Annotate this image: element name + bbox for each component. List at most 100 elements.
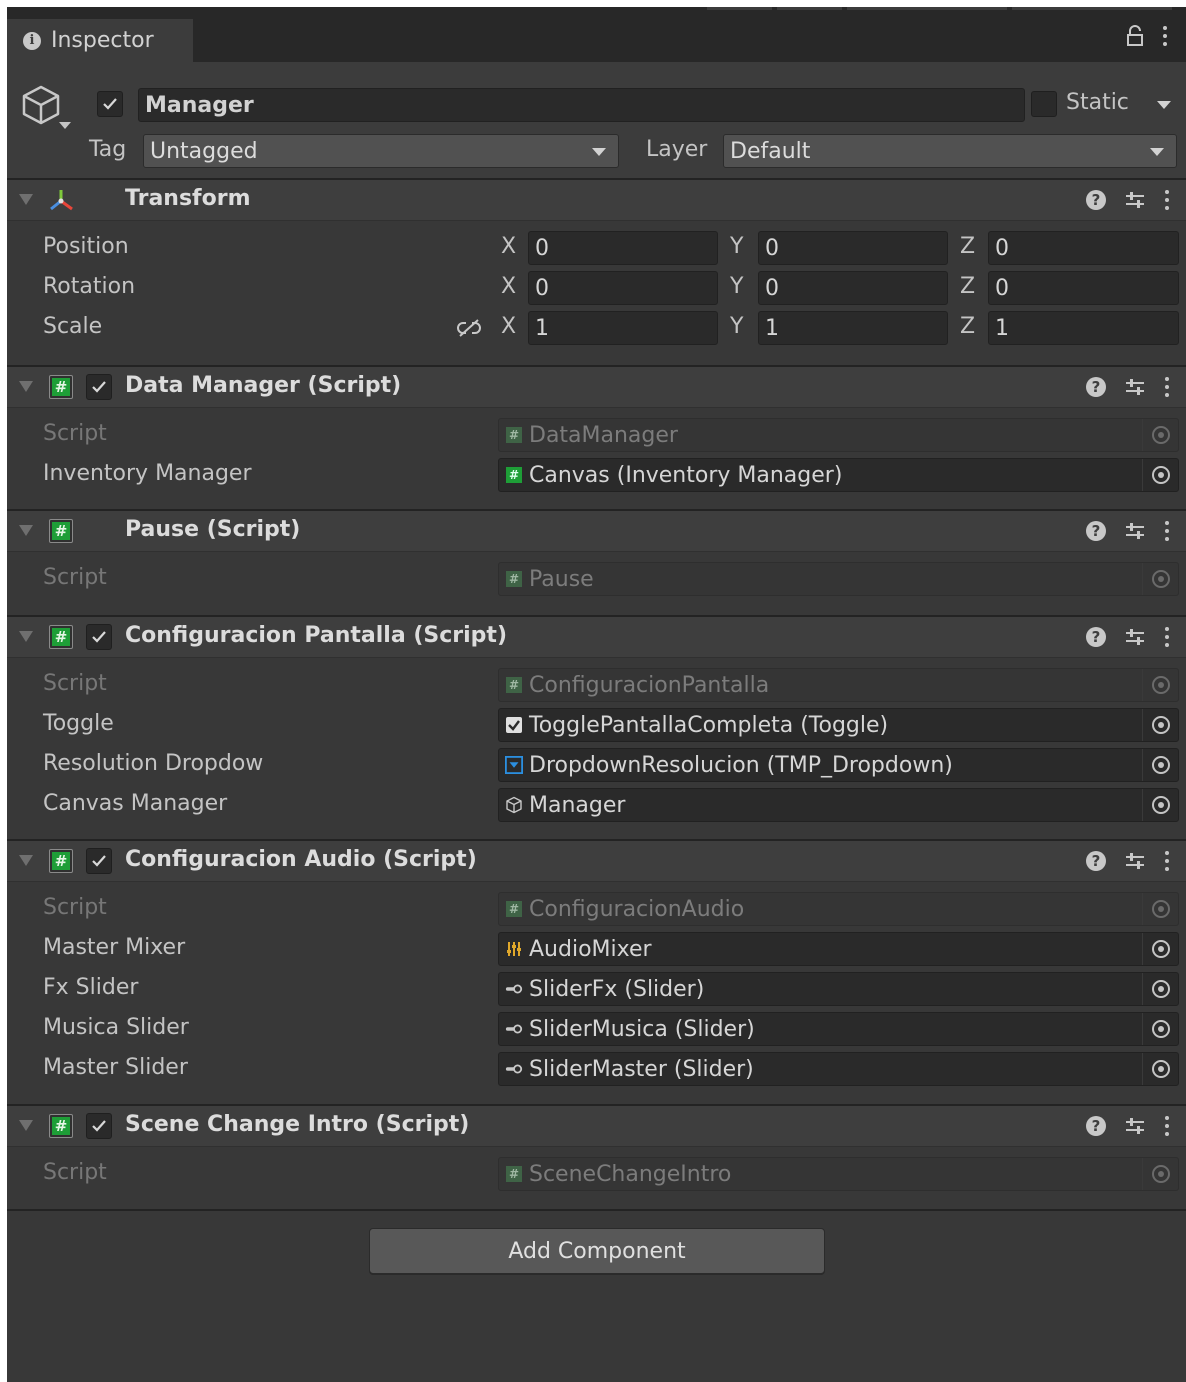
presets-icon[interactable]	[1124, 376, 1146, 398]
component-title: Configuracion Pantalla (Script)	[125, 623, 507, 648]
fx-slider-field[interactable]: SliderFx (Slider)	[498, 972, 1179, 1006]
rotation-y-input[interactable]: 0	[758, 271, 948, 305]
object-picker-icon[interactable]	[1142, 709, 1178, 741]
chevron-down-icon	[592, 148, 606, 156]
presets-icon[interactable]	[1124, 189, 1146, 211]
tab-label: Inspector	[51, 28, 154, 53]
rotation-z-input[interactable]: 0	[988, 271, 1179, 305]
position-z-input[interactable]: 0	[988, 231, 1179, 265]
foldout-arrow-icon[interactable]	[19, 381, 33, 392]
help-icon[interactable]: ?	[1086, 1116, 1106, 1136]
object-picker-icon[interactable]	[1142, 459, 1178, 491]
foldout-arrow-icon[interactable]	[19, 631, 33, 642]
field-value: DataManager	[529, 422, 678, 448]
help-icon[interactable]: ?	[1086, 521, 1106, 541]
chevron-down-icon	[1150, 148, 1164, 156]
axis-y-label: Y	[730, 314, 744, 339]
field-row: Toggle TogglePantallaCompleta (Toggle)	[7, 705, 1186, 745]
more-options-icon[interactable]	[1164, 851, 1170, 871]
field-row: Script # ConfiguracionAudio	[7, 889, 1186, 929]
component-enabled-checkbox[interactable]	[86, 848, 112, 874]
component-header-pause[interactable]: # Pause (Script) ?	[7, 511, 1186, 552]
more-options-icon[interactable]	[1164, 190, 1170, 210]
field-value: Pause	[529, 566, 594, 592]
lock-icon[interactable]	[1126, 25, 1144, 47]
object-picker-icon	[1142, 419, 1178, 451]
layer-dropdown[interactable]: Default	[723, 134, 1177, 168]
component-header-data-manager[interactable]: # Data Manager (Script) ?	[7, 367, 1186, 408]
presets-icon[interactable]	[1124, 850, 1146, 872]
more-options-icon[interactable]	[1164, 521, 1170, 541]
component-enabled-checkbox[interactable]	[86, 624, 112, 650]
scale-z-input[interactable]: 1	[988, 311, 1179, 345]
transform-header[interactable]: Transform ?	[7, 180, 1186, 221]
canvas-manager-field[interactable]: Manager	[498, 788, 1179, 822]
component-enabled-checkbox[interactable]	[86, 1113, 112, 1139]
position-y-input[interactable]: 0	[758, 231, 948, 265]
tab-strip	[707, 7, 772, 10]
static-dropdown-caret-icon[interactable]	[1157, 101, 1171, 109]
more-options-icon[interactable]	[1162, 26, 1168, 46]
field-label: Scale	[43, 314, 103, 339]
help-icon[interactable]: ?	[1086, 377, 1106, 397]
field-value: SliderMaster (Slider)	[529, 1056, 754, 1082]
dropdown-reference-field[interactable]: DropdownResolucion (TMP_Dropdown)	[498, 748, 1179, 782]
toggle-reference-field[interactable]: TogglePantallaCompleta (Toggle)	[498, 708, 1179, 742]
field-value: TogglePantallaCompleta (Toggle)	[529, 712, 889, 738]
script-icon: #	[49, 625, 73, 649]
more-options-icon[interactable]	[1164, 627, 1170, 647]
gameobject-name-input[interactable]: Manager	[138, 88, 1025, 122]
rotation-x-input[interactable]: 0	[528, 271, 718, 305]
scale-x-input[interactable]: 1	[528, 311, 718, 345]
more-options-icon[interactable]	[1164, 1116, 1170, 1136]
object-picker-icon[interactable]	[1142, 749, 1178, 781]
object-picker-icon[interactable]	[1142, 1053, 1178, 1085]
transform-row-rotation: Rotation X 0 Y 0 Z 0	[7, 268, 1186, 308]
field-row: Musica Slider SliderMusica (Slider)	[7, 1009, 1186, 1049]
foldout-arrow-icon[interactable]	[19, 194, 33, 205]
gameobject-cube-icon[interactable]	[19, 83, 63, 127]
info-icon: i	[23, 31, 41, 50]
script-icon: #	[506, 901, 522, 917]
position-x-input[interactable]: 0	[528, 231, 718, 265]
field-label: Fx Slider	[43, 975, 139, 1000]
presets-icon[interactable]	[1124, 520, 1146, 542]
unlinked-chain-icon[interactable]	[456, 318, 482, 338]
foldout-arrow-icon[interactable]	[19, 525, 33, 536]
object-picker-icon[interactable]	[1142, 933, 1178, 965]
static-checkbox[interactable]	[1031, 91, 1057, 117]
help-icon[interactable]: ?	[1086, 627, 1106, 647]
script-reference-field: # ConfiguracionAudio	[498, 892, 1179, 926]
component-header-scene-change-intro[interactable]: # Scene Change Intro (Script) ?	[7, 1106, 1186, 1147]
script-icon: #	[506, 571, 522, 587]
inventory-manager-field[interactable]: # Canvas (Inventory Manager)	[498, 458, 1179, 492]
help-icon[interactable]: ?	[1086, 190, 1106, 210]
object-picker-icon[interactable]	[1142, 1013, 1178, 1045]
foldout-arrow-icon[interactable]	[19, 855, 33, 866]
help-icon[interactable]: ?	[1086, 851, 1106, 871]
field-value: SceneChangeIntro	[529, 1161, 732, 1187]
presets-icon[interactable]	[1124, 1115, 1146, 1137]
component-header-configuracion-audio[interactable]: # Configuracion Audio (Script) ?	[7, 841, 1186, 882]
component-enabled-checkbox[interactable]	[86, 374, 112, 400]
presets-icon[interactable]	[1124, 626, 1146, 648]
master-mixer-field[interactable]: AudioMixer	[498, 932, 1179, 966]
slider-icon	[505, 1060, 523, 1078]
active-checkbox[interactable]	[97, 91, 123, 117]
more-options-icon[interactable]	[1164, 377, 1170, 397]
master-slider-field[interactable]: SliderMaster (Slider)	[498, 1052, 1179, 1086]
axis-x-label: X	[501, 234, 517, 259]
script-reference-field: # ConfiguracionPantalla	[498, 668, 1179, 702]
object-picker-icon[interactable]	[1142, 789, 1178, 821]
tab-inspector[interactable]: i Inspector	[7, 19, 193, 62]
scale-y-input[interactable]: 1	[758, 311, 948, 345]
musica-slider-field[interactable]: SliderMusica (Slider)	[498, 1012, 1179, 1046]
foldout-arrow-icon[interactable]	[19, 1120, 33, 1131]
field-label: Inventory Manager	[43, 461, 252, 486]
object-picker-icon[interactable]	[1142, 973, 1178, 1005]
icon-dropdown-caret-icon[interactable]	[59, 122, 71, 129]
object-picker-icon	[1142, 669, 1178, 701]
add-component-button[interactable]: Add Component	[369, 1228, 825, 1274]
tag-dropdown[interactable]: Untagged	[143, 134, 619, 168]
component-header-configuracion-pantalla[interactable]: # Configuracion Pantalla (Script) ?	[7, 617, 1186, 658]
